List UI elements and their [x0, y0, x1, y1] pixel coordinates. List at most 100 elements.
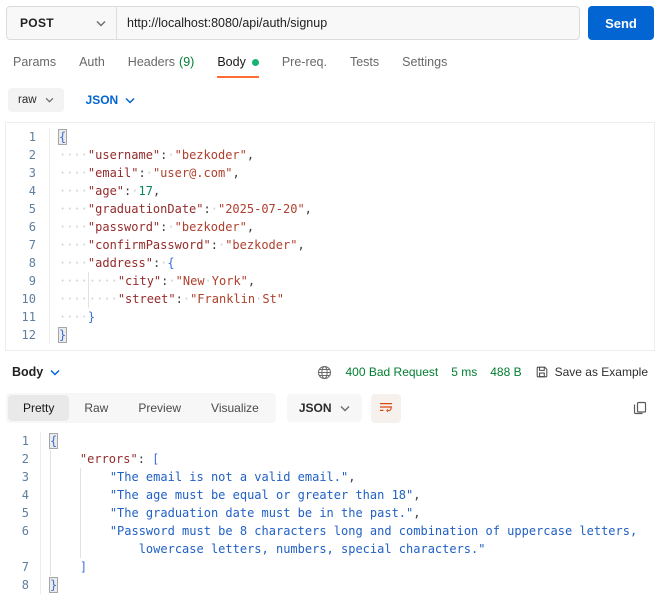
request-code-line[interactable]: 9 ········"city":·"New·York", [6, 272, 654, 290]
response-tab-visualize[interactable]: Visualize [196, 395, 274, 421]
response-tab-pretty[interactable]: Pretty [8, 395, 70, 421]
line-number: 8 [5, 576, 41, 594]
code-token: "age" [87, 184, 125, 198]
line-number: 3 [5, 468, 41, 486]
response-time[interactable]: 5 ms [451, 365, 477, 379]
line-number: 3 [6, 164, 50, 182]
code-token: , [232, 166, 240, 180]
line-number: 9 [6, 272, 50, 290]
code-line-content: ] [41, 558, 87, 576]
code-token: { [167, 256, 175, 270]
response-format-dropdown[interactable]: JSON [286, 394, 362, 422]
code-token: "password" [87, 220, 161, 234]
code-line-content: ····"address":·{ [50, 254, 175, 272]
response-size[interactable]: 488 B [490, 365, 521, 379]
tab-label: Body [217, 55, 246, 69]
response-view-tabs: Pretty Raw Preview Visualize [6, 393, 276, 423]
code-token: , [152, 184, 161, 198]
status-badge[interactable]: 400 Bad Request [345, 365, 438, 379]
request-code-line[interactable]: 2 ····"username":·"bezkoder", [6, 146, 654, 164]
tab-pre-req-[interactable]: Pre-req. [282, 55, 327, 78]
code-token: · [131, 184, 139, 198]
tab-body[interactable]: Body [217, 55, 259, 78]
line-number: 4 [5, 486, 41, 504]
method-dropdown[interactable]: POST [7, 7, 117, 39]
code-token: 17 [138, 184, 153, 198]
code-token: · [204, 274, 212, 288]
body-format-dropdown[interactable]: JSON [86, 93, 136, 107]
response-body-dropdown[interactable]: Body [12, 365, 60, 379]
code-token: ···· [88, 274, 118, 288]
request-code-line[interactable]: 10 ········"street":·"Franklin·St" [6, 290, 654, 308]
tab-tests[interactable]: Tests [350, 55, 379, 78]
code-token: ···· [88, 292, 118, 306]
save-icon [536, 366, 547, 378]
send-button[interactable]: Send [588, 6, 654, 40]
code-token: "New [175, 274, 205, 288]
body-type-dropdown[interactable]: raw [8, 88, 64, 112]
code-token: ···· [59, 220, 88, 234]
line-number: 5 [6, 200, 50, 218]
code-token: "errors" [79, 452, 138, 466]
copy-response-button[interactable] [632, 400, 648, 416]
tab-auth[interactable]: Auth [79, 55, 105, 78]
network-globe-icon[interactable] [317, 365, 332, 380]
request-code-line[interactable]: 3 ····"email":·"user@.com", [6, 164, 654, 182]
code-token: "Franklin [190, 292, 256, 306]
request-code-line[interactable]: 5 ····"graduationDate":·"2025-07-20", [6, 200, 654, 218]
code-token: : [203, 202, 211, 216]
code-token: lowercase letters, numbers, special char… [138, 542, 486, 556]
response-tab-raw[interactable]: Raw [69, 395, 123, 421]
request-code-line[interactable]: 11 ····} [6, 308, 654, 326]
response-code-line: 4 "The age must be equal or greater than… [5, 486, 660, 504]
code-token: "email" [87, 166, 139, 180]
response-code-line: 7 ] [5, 558, 660, 576]
app: { "colors": { "accent_orange": "#ff6c37"… [0, 6, 660, 600]
request-code-line[interactable]: 7 ····"confirmPassword":·"bezkoder", [6, 236, 654, 254]
request-code-line[interactable]: 4 ····"age":·17, [6, 182, 654, 200]
request-body-editor[interactable]: 1{2 ····"username":·"bezkoder", 3 ····"emai… [5, 122, 655, 351]
request-code-line[interactable]: 8 ····"address":·{ [6, 254, 654, 272]
code-token: "bezkoder" [225, 238, 298, 252]
code-line-content: "The graduation date must be in the past… [41, 504, 420, 522]
code-token: ] [79, 560, 88, 574]
url-input[interactable] [117, 7, 579, 39]
line-number: 6 [5, 522, 41, 540]
request-code-line[interactable]: 1{ [6, 128, 654, 146]
response-code-line: 8} [5, 576, 660, 594]
save-as-example-button[interactable]: Save as Example [535, 365, 648, 379]
response-code-line: 6 "Password must be 8 characters long an… [5, 522, 660, 540]
code-token: "bezkoder" [174, 220, 247, 234]
tab-settings[interactable]: Settings [402, 55, 447, 78]
response-tab-preview[interactable]: Preview [123, 395, 196, 421]
code-token: : [210, 238, 218, 252]
code-line-content: ····"email":·"user@.com", [50, 164, 240, 182]
code-line-content: } [50, 326, 68, 344]
request-code-line[interactable]: 12} [6, 326, 654, 344]
code-line-content: ····"age":·17, [50, 182, 160, 200]
tab-headers[interactable]: Headers (9) [128, 55, 195, 78]
code-token: : [175, 292, 183, 306]
code-token: ···· [59, 310, 88, 324]
body-type-label: raw [18, 94, 37, 106]
code-token: "Password must be 8 characters long and … [109, 524, 638, 538]
code-token: [ [152, 452, 160, 466]
code-token: { [57, 129, 68, 145]
code-token: , [413, 506, 421, 520]
save-as-example-label: Save as Example [554, 365, 648, 379]
code-token: "city" [117, 274, 162, 288]
code-token: , [246, 220, 255, 234]
tab-params[interactable]: Params [13, 55, 56, 78]
wrap-lines-button[interactable] [370, 393, 401, 423]
line-number: 1 [6, 128, 50, 146]
line-number: 5 [5, 504, 41, 522]
line-number: 2 [6, 146, 50, 164]
code-line-content: ····"username":·"bezkoder", [50, 146, 254, 164]
code-line-content: { [50, 128, 68, 146]
request-code-line[interactable]: 6 ····"password":·"bezkoder", [6, 218, 654, 236]
